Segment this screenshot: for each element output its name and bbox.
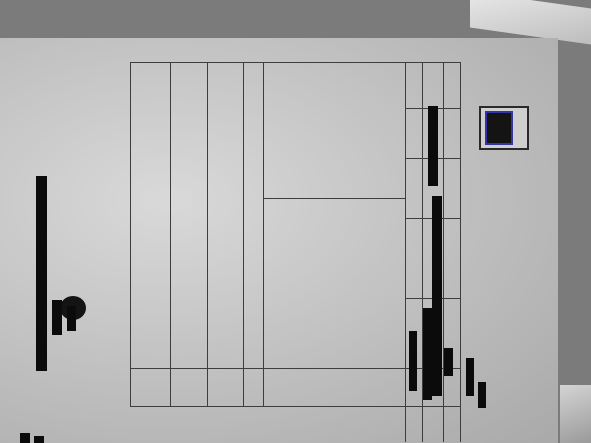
redaction-bar (423, 308, 432, 400)
form-col-1 (170, 62, 171, 406)
form-bottom-border (130, 406, 460, 407)
redaction-bar (478, 382, 486, 408)
stamp-mark (485, 111, 513, 145)
background-sheet-bottom (560, 385, 591, 443)
redaction-bar (20, 433, 30, 443)
form-row-1 (263, 198, 405, 199)
redaction-bar (466, 358, 474, 396)
form-col-8 (460, 62, 461, 442)
redaction-bar (409, 331, 417, 391)
stamp-box (479, 106, 529, 150)
form-col-7 (443, 62, 444, 442)
document-page (0, 38, 558, 443)
redaction-bar (432, 196, 442, 396)
form-left-border (130, 62, 131, 406)
form-col-2 (207, 62, 208, 406)
redaction-bar (444, 348, 453, 376)
form-top-border (130, 62, 460, 63)
form-col-4 (263, 62, 264, 406)
redaction-bar (428, 106, 438, 186)
redaction-bar (34, 436, 44, 443)
form-col-5 (405, 62, 406, 442)
form-col-3 (243, 62, 244, 406)
redaction-bar (52, 300, 62, 335)
redaction-bar (67, 306, 76, 331)
redaction-bar (36, 176, 47, 371)
